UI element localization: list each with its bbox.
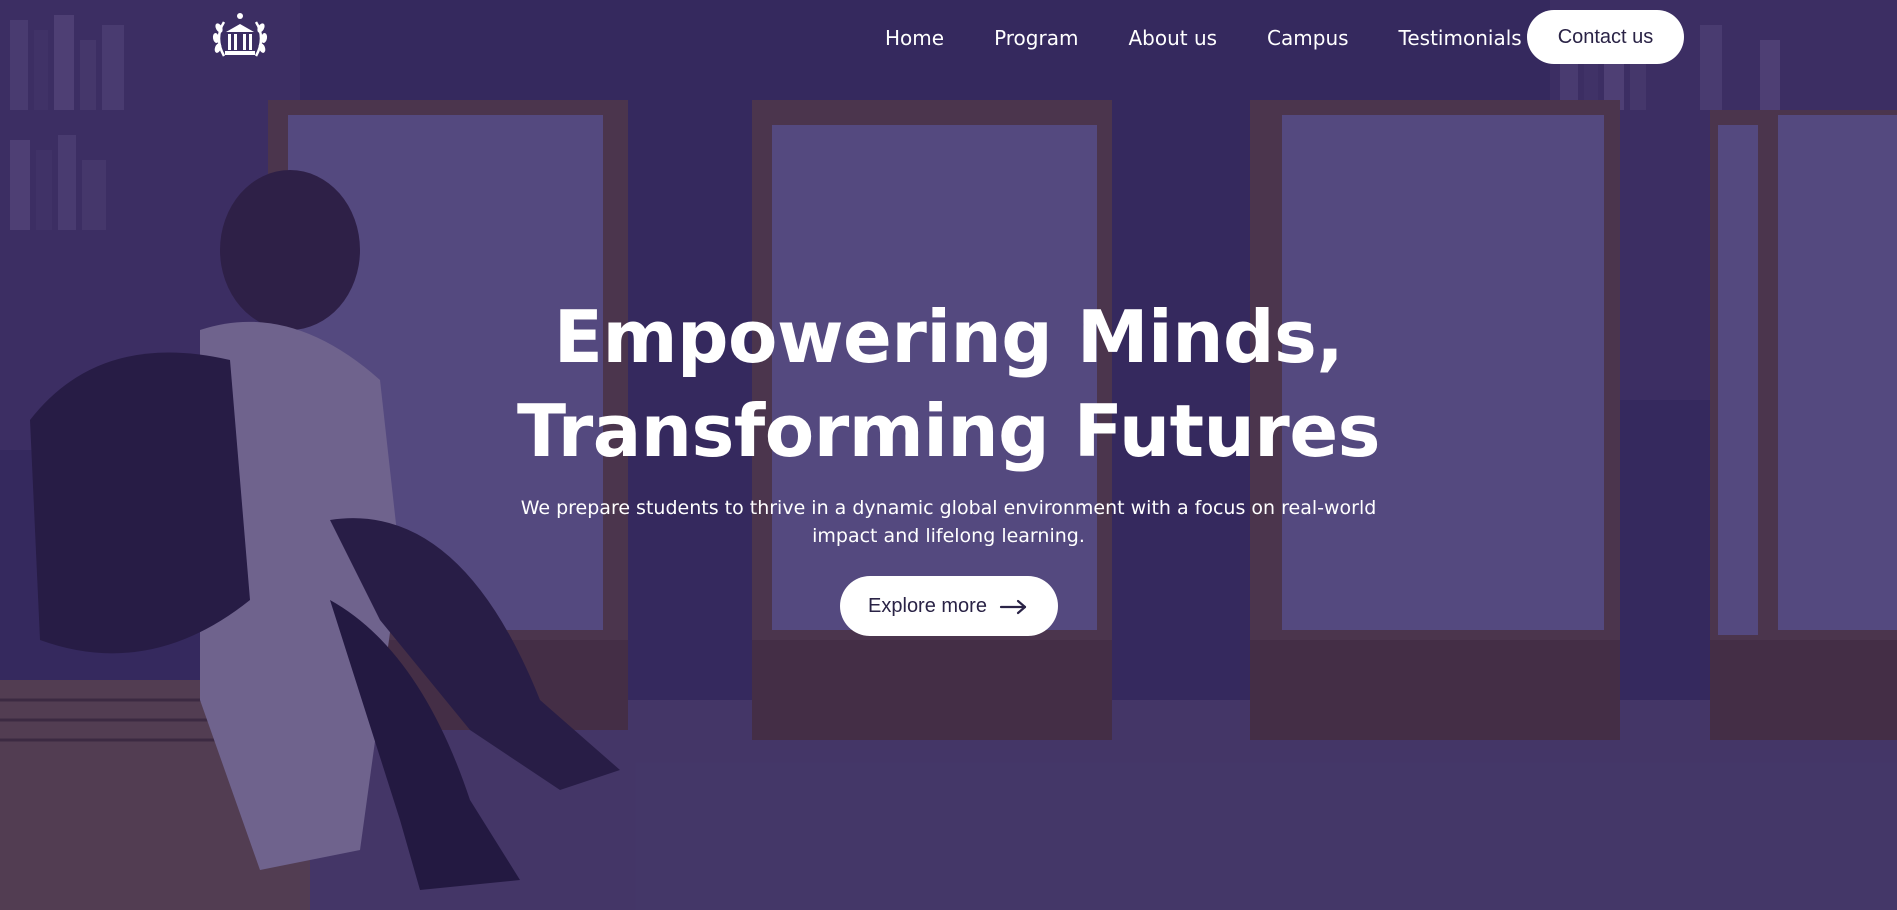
explore-more-button[interactable]: Explore more	[839, 576, 1058, 636]
hero-content: Empowering Minds, Transforming Futures W…	[0, 290, 1897, 636]
hero-subtext: We prepare students to thrive in a dynam…	[520, 497, 1377, 547]
top-navigation: Home Program About us Campus Testimonial…	[0, 0, 1897, 76]
hero-section: Home Program About us Campus Testimonial…	[0, 0, 1897, 910]
explore-more-label: Explore more	[868, 594, 987, 617]
university-laurel-logo-icon[interactable]	[210, 10, 270, 66]
nav-link-campus[interactable]: Campus	[1267, 24, 1349, 52]
nav-links: Home Program About us Campus Testimonial…	[885, 24, 1522, 52]
nav-link-program[interactable]: Program	[994, 24, 1078, 52]
nav-link-about-us[interactable]: About us	[1128, 24, 1217, 52]
arrow-right-icon	[999, 598, 1029, 615]
hero-headline-line-1: Empowering Minds,	[553, 295, 1344, 379]
nav-link-home[interactable]: Home	[885, 24, 944, 52]
contact-us-button[interactable]: Contact us	[1527, 10, 1684, 64]
hero-headline-line-2: Transforming Futures	[517, 389, 1381, 473]
hero-headline: Empowering Minds, Transforming Futures	[0, 290, 1897, 478]
nav-link-testimonials[interactable]: Testimonials	[1399, 24, 1522, 52]
